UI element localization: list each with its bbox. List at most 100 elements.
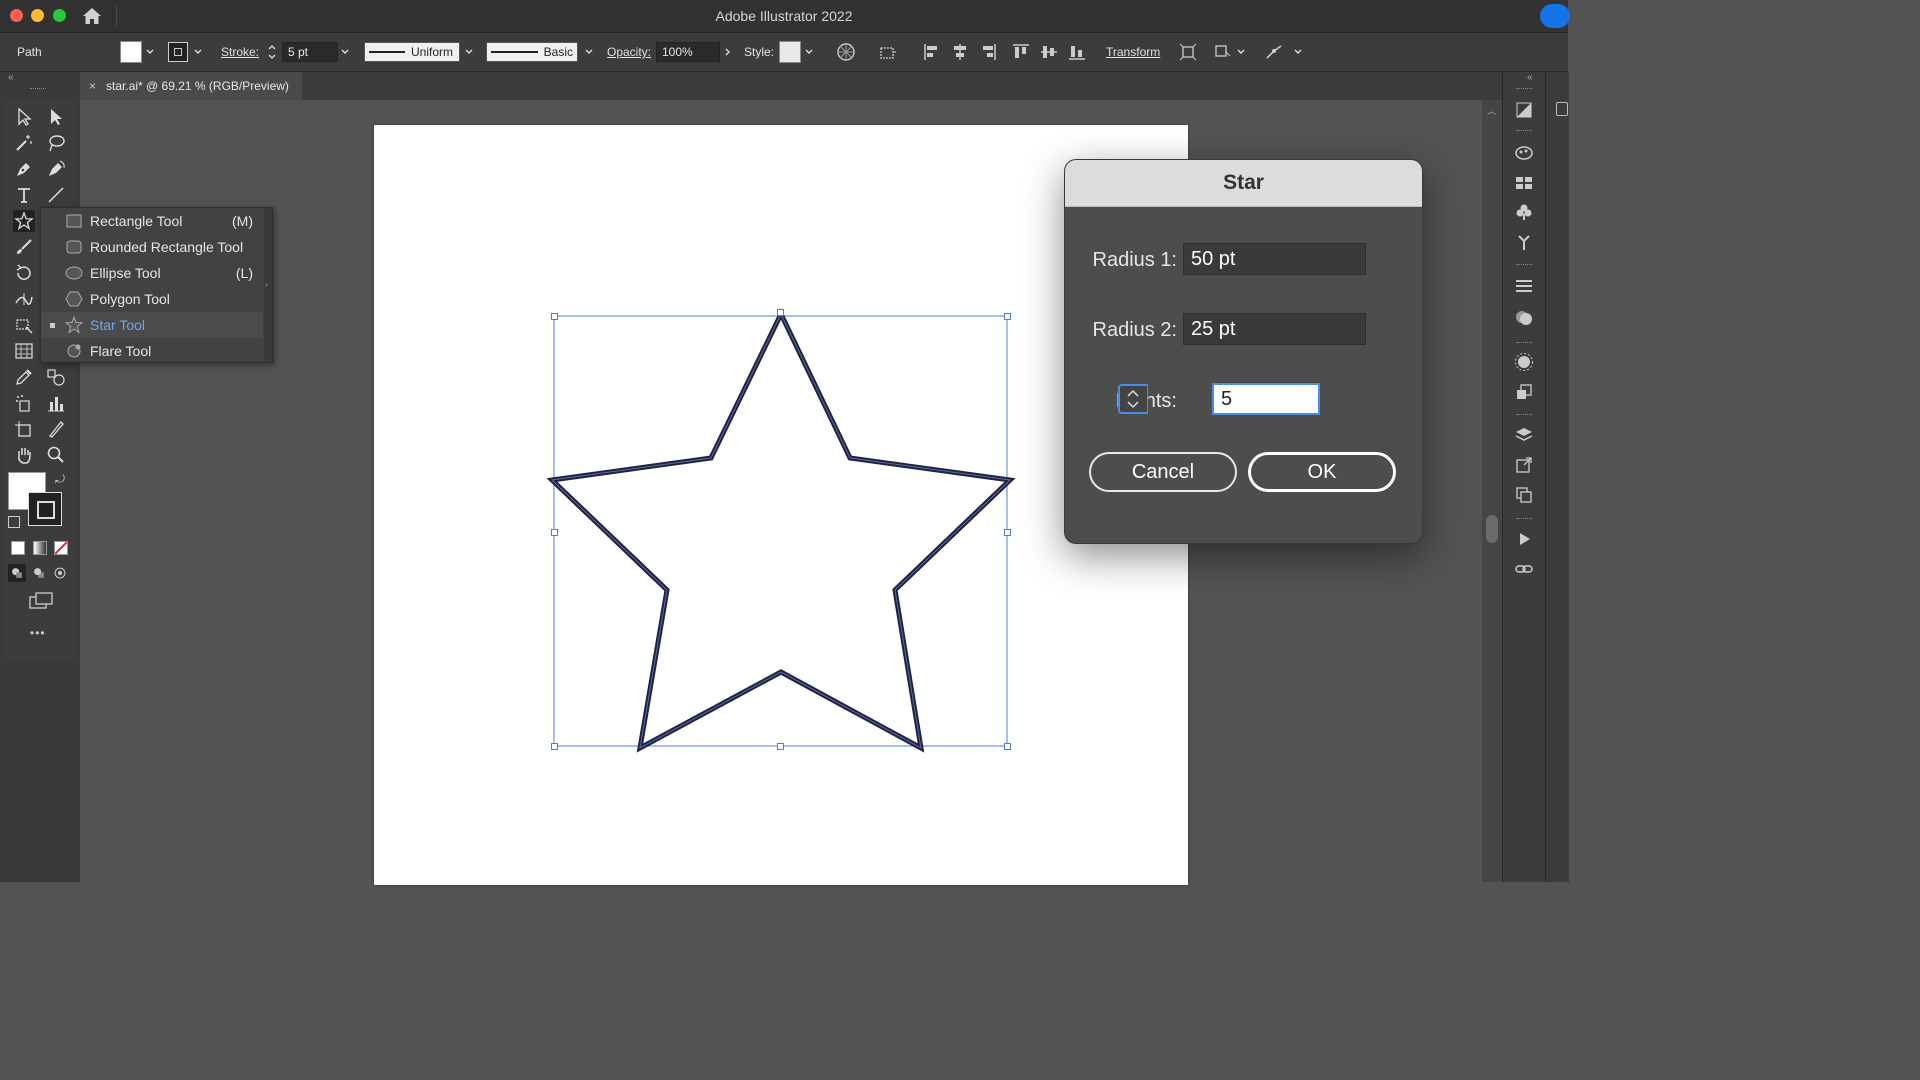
free-transform-tool-icon[interactable] (13, 314, 35, 336)
opacity-input[interactable]: 100% (656, 42, 720, 62)
handle-middle-right[interactable] (1004, 529, 1011, 536)
none-mode-icon[interactable] (54, 541, 68, 555)
align-to-selection-icon[interactable] (878, 33, 898, 71)
more-options-chevron-icon[interactable] (1293, 33, 1303, 71)
align-middle-icon[interactable] (1039, 33, 1059, 71)
close-tab-icon[interactable]: × (89, 79, 96, 93)
recolor-artwork-icon[interactable] (836, 33, 856, 71)
toolbar-grip[interactable] (30, 88, 46, 92)
tearoff-arrow-icon[interactable]: › (265, 280, 268, 289)
curvature-tool-icon[interactable] (45, 158, 67, 180)
flyout-item-flare-tool[interactable]: Flare Tool (41, 338, 263, 364)
paintbrush-tool-icon[interactable] (13, 236, 35, 258)
stroke-weight-stepper-icon[interactable] (266, 33, 278, 71)
properties-panel-icon[interactable] (1514, 100, 1534, 120)
points-input[interactable]: 5 (1212, 383, 1320, 415)
handle-middle-left[interactable] (551, 529, 558, 536)
handle-top-right[interactable] (1004, 313, 1011, 320)
align-center-icon[interactable] (950, 33, 970, 71)
line-segment-tool-icon[interactable] (45, 184, 67, 206)
panel-grip[interactable] (1516, 264, 1532, 268)
eyedropper-tool-icon[interactable] (13, 366, 35, 388)
flyout-item-rounded-rectangle-tool[interactable]: Rounded Rectangle Tool (41, 234, 263, 260)
flyout-item-polygon-tool[interactable]: Polygon Tool (41, 286, 263, 312)
brush-definition-select[interactable]: Basic (486, 42, 578, 62)
stroke-dropdown-chevron-icon[interactable] (193, 33, 203, 71)
points-stepper[interactable] (1118, 384, 1148, 414)
rotate-tool-icon[interactable] (13, 262, 35, 284)
lasso-tool-icon[interactable] (45, 132, 67, 154)
change-screen-mode-icon[interactable] (28, 590, 54, 612)
flyout-item-ellipse-tool[interactable]: Ellipse Tool (L) (41, 260, 263, 286)
variable-width-profile-select[interactable]: Uniform (364, 42, 460, 62)
stroke-weight-input[interactable]: 5 pt (282, 42, 338, 62)
collapse-toolbar-icon[interactable]: « (8, 72, 14, 83)
star-path[interactable] (546, 308, 1016, 753)
radius2-input[interactable]: 25 pt (1183, 313, 1366, 345)
slice-tool-icon[interactable] (45, 418, 67, 440)
opacity-label[interactable]: Opacity: (607, 33, 651, 71)
handle-top-center[interactable] (777, 309, 784, 316)
asset-export-panel-icon[interactable] (1514, 455, 1534, 475)
fill-swatch[interactable] (120, 33, 142, 71)
symbols-panel-icon[interactable] (1514, 202, 1534, 222)
handle-bottom-right[interactable] (1004, 743, 1011, 750)
shape-options-chevron-icon[interactable] (1236, 33, 1246, 71)
stepper-arrows-icon[interactable] (1120, 386, 1146, 412)
isolate-selected-icon[interactable] (1178, 33, 1198, 71)
vertical-scroll-thumb[interactable] (1486, 515, 1498, 543)
flyout-item-star-tool[interactable]: Star Tool (41, 312, 263, 338)
star-tool-icon[interactable] (13, 210, 35, 232)
zoom-tool-icon[interactable] (45, 444, 67, 466)
profile-chevron-icon[interactable] (464, 33, 474, 71)
edit-toolbar-button[interactable]: ••• (30, 626, 46, 640)
fill-dropdown-chevron-icon[interactable] (145, 33, 155, 71)
handle-top-left[interactable] (551, 313, 558, 320)
panel-grip[interactable] (1516, 88, 1532, 92)
draw-normal-icon[interactable] (8, 564, 26, 582)
swatches-panel-icon[interactable] (1514, 173, 1534, 193)
panel-grip[interactable] (1516, 342, 1532, 346)
pen-tool-icon[interactable] (13, 158, 35, 180)
color-mode-icon[interactable] (11, 541, 25, 555)
user-account-icon[interactable] (1540, 4, 1570, 28)
panel-grip[interactable] (1516, 518, 1532, 522)
align-right-icon[interactable] (978, 33, 998, 71)
star-shape[interactable] (540, 300, 1030, 770)
perspective-grid-tool-icon[interactable] (13, 340, 35, 362)
shape-builder-options-icon[interactable] (1212, 33, 1232, 71)
flyout-item-rectangle-tool[interactable]: Rectangle Tool (M) (41, 208, 263, 234)
actions-panel-icon[interactable] (1514, 529, 1534, 549)
ok-button[interactable]: OK (1248, 452, 1396, 492)
width-tool-icon[interactable] (13, 288, 35, 310)
blend-tool-icon[interactable] (45, 366, 67, 388)
radius1-input[interactable]: 50 pt (1183, 243, 1366, 275)
layers-panel-icon[interactable] (1514, 425, 1534, 445)
handle-bottom-left[interactable] (551, 743, 558, 750)
swap-fill-stroke-icon[interactable]: ⤾ (55, 472, 65, 487)
panel-grip[interactable] (1516, 130, 1532, 134)
flyout-tearoff-strip[interactable]: › (264, 208, 272, 362)
symbol-sprayer-tool-icon[interactable] (13, 392, 35, 414)
links-panel-icon[interactable] (1514, 559, 1534, 579)
brush-chevron-icon[interactable] (584, 33, 594, 71)
align-top-icon[interactable] (1011, 33, 1031, 71)
hand-tool-icon[interactable] (13, 444, 35, 466)
brushes-panel-icon[interactable] (1514, 232, 1534, 252)
document-tab[interactable]: × star.ai* @ 69.21 % (RGB/Preview) (80, 72, 302, 100)
properties-tab-icon[interactable] (1556, 102, 1568, 116)
magic-wand-tool-icon[interactable] (13, 132, 35, 154)
style-chevron-icon[interactable] (804, 33, 814, 71)
draw-behind-icon[interactable] (30, 564, 48, 582)
cancel-button[interactable]: Cancel (1089, 452, 1237, 492)
panel-grip[interactable] (1516, 414, 1532, 418)
vertical-scrollbar[interactable]: ︿ (1482, 100, 1502, 882)
stroke-panel-icon[interactable] (1514, 276, 1534, 296)
gradient-mode-icon[interactable] (33, 541, 47, 555)
puppet-warp-icon[interactable] (1264, 33, 1284, 71)
type-tool-icon[interactable] (13, 184, 35, 206)
scroll-up-arrow-icon[interactable]: ︿ (1487, 104, 1496, 117)
stroke-label[interactable]: Stroke: (221, 33, 259, 71)
transparency-panel-icon[interactable] (1514, 308, 1534, 328)
artboards-panel-icon[interactable] (1514, 485, 1534, 505)
